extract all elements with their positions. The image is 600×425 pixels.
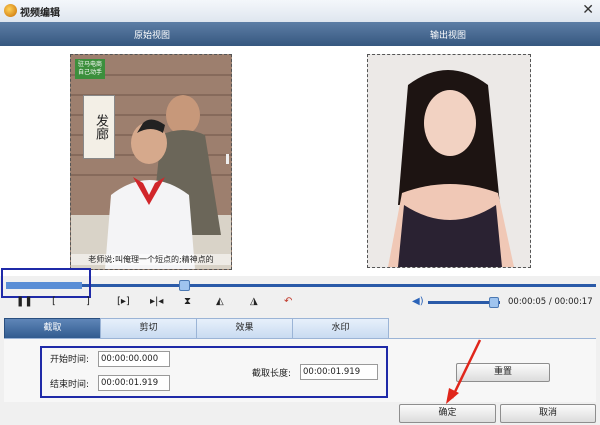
mark-out-icon[interactable]: ] — [86, 296, 90, 307]
timeline[interactable] — [2, 280, 598, 294]
tab-cut[interactable]: 剪切 — [100, 318, 197, 339]
shop-sign: 发廊 — [83, 95, 115, 159]
footer-bar: 确定 取消 — [0, 402, 600, 425]
preview-area: 驻马电商 自己动手 发廊 老师说:叫俺理一个短点的;精神点的 — [0, 46, 600, 276]
pause-icon[interactable]: ❚❚ — [16, 296, 33, 307]
next-segment-icon[interactable]: [▸] — [117, 296, 130, 307]
flip-vertical-icon[interactable]: ⧗ — [184, 296, 191, 307]
timeline-playhead[interactable] — [179, 280, 190, 291]
tab-trim[interactable]: 截取 — [4, 318, 101, 339]
ok-button[interactable]: 确定 — [399, 404, 496, 423]
time-display: 00:00:05 / 00:00:17 — [508, 297, 593, 307]
original-video-preview: 驻马电商 自己动手 发廊 老师说:叫俺理一个短点的;精神点的 — [70, 54, 232, 270]
output-view-label: 输出视图 — [430, 31, 467, 41]
undo-icon[interactable]: ↶ — [284, 296, 292, 307]
playback-controls: ❚❚ [ ] [▸] ▸|◂ ⧗ ◭ ◮ ↶ ◀) 00:00:05 / 00:… — [0, 294, 600, 312]
view-header: 原始视图 输出视图 — [0, 22, 600, 46]
edit-tabs: 截取 剪切 效果 水印 — [4, 318, 390, 339]
flip-right-icon[interactable]: ◮ — [250, 296, 258, 307]
trim-highlight-box — [40, 346, 388, 398]
logo-line-2: 自己动手 — [78, 69, 103, 76]
tab-watermark[interactable]: 水印 — [292, 318, 389, 339]
step-forward-icon[interactable]: ▸|◂ — [150, 296, 163, 307]
window-title: 视频编辑 — [20, 8, 60, 19]
tab-effects[interactable]: 效果 — [196, 318, 293, 339]
original-video-frame — [71, 55, 231, 269]
output-video-preview — [367, 54, 531, 268]
cancel-button[interactable]: 取消 — [500, 404, 596, 423]
output-video-frame — [368, 55, 530, 267]
reset-button[interactable]: 重置 — [456, 363, 550, 382]
title-bar: 视频编辑 ✕ — [0, 0, 600, 23]
app-icon — [4, 4, 17, 17]
preview-resize-handle[interactable] — [226, 154, 229, 164]
volume-thumb[interactable] — [488, 297, 499, 308]
timeline-track[interactable] — [6, 284, 596, 287]
flip-left-icon[interactable]: ◭ — [216, 296, 224, 307]
close-icon[interactable]: ✕ — [582, 2, 594, 18]
video-logo-badge: 驻马电商 自己动手 — [75, 59, 106, 79]
volume-icon[interactable]: ◀) — [412, 296, 424, 307]
original-view-label: 原始视图 — [134, 31, 171, 41]
mark-in-icon[interactable]: [ — [52, 296, 56, 307]
logo-line-1: 驻马电商 — [78, 61, 103, 68]
video-subtitle: 老师说:叫俺理一个短点的;精神点的 — [71, 254, 231, 265]
